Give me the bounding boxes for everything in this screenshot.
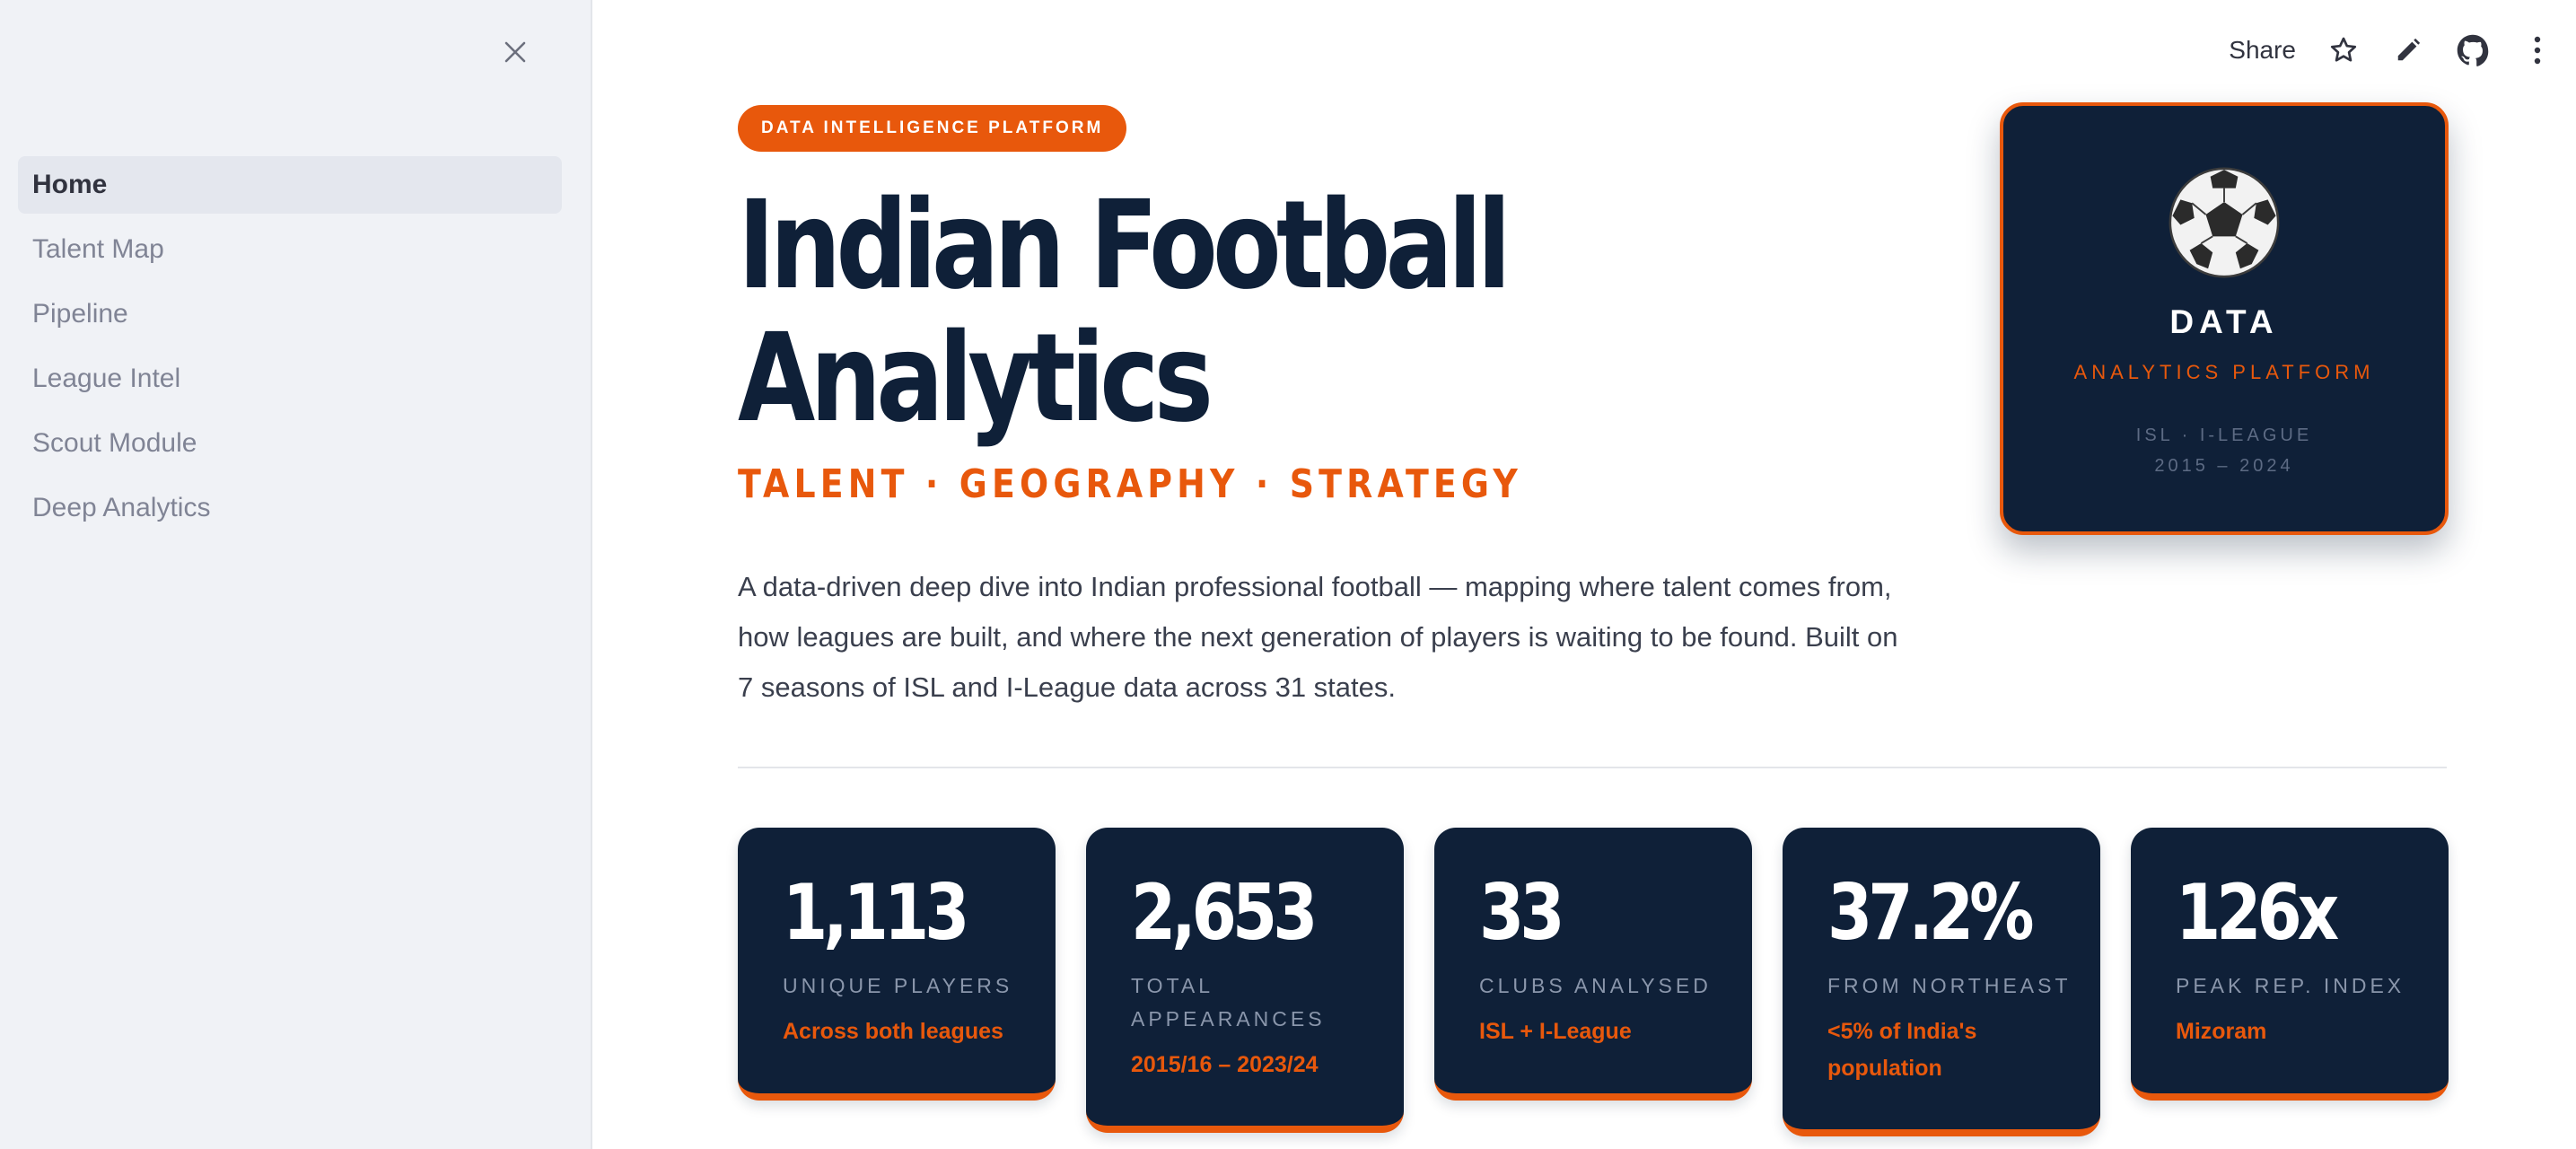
stat-value: 37.2% bbox=[1827, 868, 2034, 958]
more-vertical-icon bbox=[2534, 36, 2541, 65]
sidebar-item-league-intel[interactable]: League Intel bbox=[18, 350, 562, 408]
stat-note: ISL + I-League bbox=[1479, 1019, 1632, 1044]
platform-badge: DATA INTELLIGENCE PLATFORM bbox=[738, 105, 1127, 152]
github-icon bbox=[2457, 34, 2489, 66]
sidebar-item-label: Deep Analytics bbox=[32, 493, 211, 522]
sidebar-item-label: Home bbox=[32, 170, 108, 199]
stat-card-clubs-analysed: 33 CLUBS ANALYSED ISL + I-League bbox=[1434, 828, 1752, 1101]
stat-note: <5% of India's population bbox=[1827, 1019, 1977, 1081]
stat-value: 1,113 bbox=[783, 868, 969, 958]
sidebar-item-label: Talent Map bbox=[32, 234, 164, 264]
hero-card: DATA ANALYTICS PLATFORM ISL · I-LEAGUE 2… bbox=[2000, 102, 2449, 535]
stat-note: 2015/16 – 2023/24 bbox=[1131, 1052, 1319, 1077]
stat-label: UNIQUE PLAYERS bbox=[783, 974, 1013, 997]
stat-card-total-appearances: 2,653 TOTAL APPEARANCES 2015/16 – 2023/2… bbox=[1086, 828, 1404, 1133]
hero-card-subtitle: ANALYTICS PLATFORM bbox=[2073, 361, 2375, 383]
soccer-ball-icon bbox=[2169, 167, 2280, 278]
more-options-button[interactable] bbox=[2520, 33, 2554, 67]
page-title-line-2: Analytics bbox=[738, 308, 1214, 450]
stat-value: 126x bbox=[2176, 868, 2339, 958]
sidebar-item-label: League Intel bbox=[32, 364, 181, 393]
stat-card-from-northeast: 37.2% FROM NORTHEAST <5% of India's popu… bbox=[1783, 828, 2100, 1136]
sidebar-item-talent-map[interactable]: Talent Map bbox=[18, 221, 562, 278]
page-description: A data-driven deep dive into Indian prof… bbox=[738, 571, 1898, 703]
stat-label: PEAK REP. INDEX bbox=[2176, 974, 2405, 997]
hero-card-label: DATA bbox=[2169, 303, 2279, 340]
github-button[interactable] bbox=[2456, 33, 2490, 67]
stat-label: FROM NORTHEAST bbox=[1827, 974, 2072, 997]
sidebar-nav: Home Talent Map Pipeline League Intel Sc… bbox=[18, 156, 562, 544]
close-sidebar-button[interactable] bbox=[499, 36, 531, 68]
page-title: Indian Football Analytics bbox=[738, 180, 1547, 445]
stat-card-unique-players: 1,113 UNIQUE PLAYERS Across both leagues bbox=[738, 828, 1056, 1101]
tagline: TALENT · GEOGRAPHY · STRATEGY bbox=[738, 461, 1522, 507]
stat-value: 33 bbox=[1479, 868, 1564, 958]
sidebar-item-label: Scout Module bbox=[32, 428, 197, 458]
sidebar: Home Talent Map Pipeline League Intel Sc… bbox=[0, 0, 592, 1149]
sidebar-item-label: Pipeline bbox=[32, 299, 128, 329]
main-content: DATA INTELLIGENCE PLATFORM Indian Footba… bbox=[738, 0, 2449, 1149]
stat-label: CLUBS ANALYSED bbox=[1479, 974, 1712, 997]
page-title-line-1: Indian Football bbox=[738, 175, 1511, 317]
hero-card-leagues: ISL · I-LEAGUE bbox=[2135, 425, 2313, 445]
stat-label: TOTAL APPEARANCES bbox=[1131, 974, 1326, 1031]
divider bbox=[738, 767, 2447, 768]
sidebar-item-pipeline[interactable]: Pipeline bbox=[18, 285, 562, 343]
sidebar-item-home[interactable]: Home bbox=[18, 156, 562, 214]
hero-card-years: 2015 – 2024 bbox=[2154, 456, 2294, 476]
stat-value: 2,653 bbox=[1131, 868, 1318, 958]
close-icon bbox=[504, 41, 526, 63]
stat-note: Across both leagues bbox=[783, 1019, 1003, 1044]
stat-card-peak-rep-index: 126x PEAK REP. INDEX Mizoram bbox=[2131, 828, 2449, 1101]
sidebar-item-deep-analytics[interactable]: Deep Analytics bbox=[18, 479, 562, 537]
sidebar-item-scout-module[interactable]: Scout Module bbox=[18, 415, 562, 472]
stat-note: Mizoram bbox=[2176, 1019, 2267, 1044]
